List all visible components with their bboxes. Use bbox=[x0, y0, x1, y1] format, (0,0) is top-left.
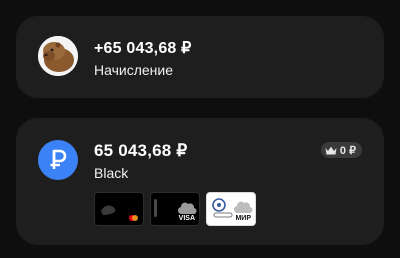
visa-logo: VISA bbox=[178, 215, 195, 222]
transaction-card[interactable]: +65 043,68 ₽ Начисление bbox=[16, 16, 384, 98]
visa-card[interactable]: VISA bbox=[150, 192, 200, 226]
mir-logo: МИР bbox=[235, 215, 251, 222]
account-name: Black bbox=[94, 165, 129, 181]
capybara-avatar bbox=[38, 36, 78, 76]
transaction-label: Начисление bbox=[94, 62, 173, 78]
mir-card[interactable]: МИР bbox=[206, 192, 256, 226]
ruble-icon bbox=[38, 140, 78, 180]
mastercard-card[interactable] bbox=[94, 192, 144, 226]
account-card[interactable]: 65 043,68 ₽ Black 0 ₽ VISA МИР bbox=[16, 118, 384, 245]
account-balance: 65 043,68 ₽ bbox=[94, 141, 188, 160]
transaction-amount: +65 043,68 ₽ bbox=[94, 40, 192, 57]
badge-value: 0 ₽ bbox=[339, 144, 356, 157]
cashback-badge[interactable]: 0 ₽ bbox=[320, 142, 362, 158]
crown-icon bbox=[325, 146, 337, 154]
